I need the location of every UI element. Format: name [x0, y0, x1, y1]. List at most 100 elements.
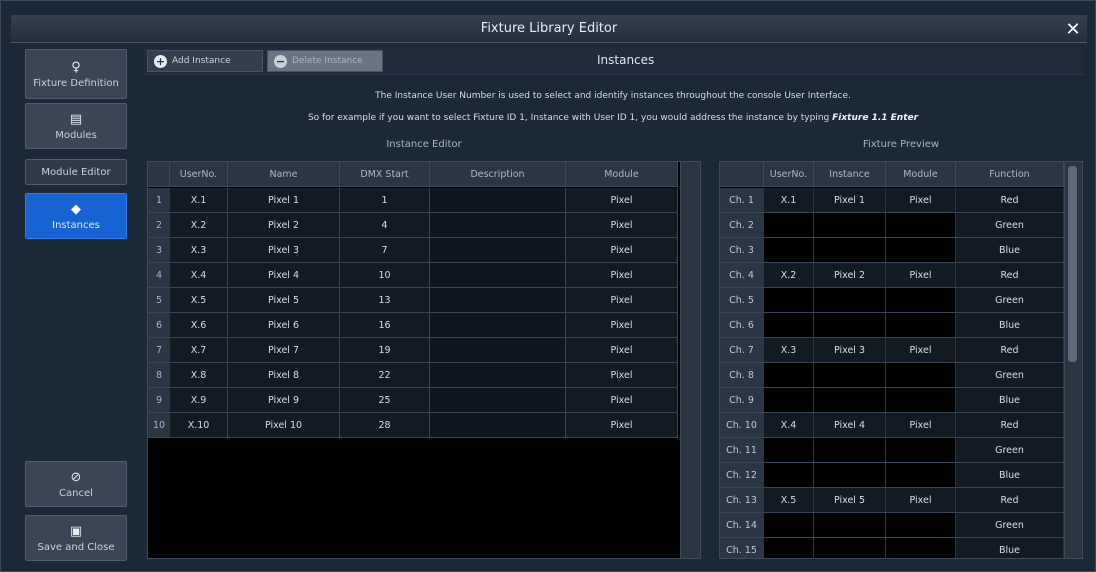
- column-header[interactable]: Description: [430, 162, 566, 186]
- table-cell[interactable]: Pixel: [566, 388, 678, 412]
- scrollbar-thumb[interactable]: [1068, 166, 1077, 362]
- column-header[interactable]: UserNo.: [170, 162, 228, 186]
- table-cell: [886, 463, 956, 487]
- sidebar-item-fixture-definition[interactable]: ♀ Fixture Definition: [25, 49, 127, 99]
- table-row[interactable]: 7 X.7 Pixel 7 19 Pixel: [148, 338, 678, 363]
- channel-label: Ch. 15: [720, 538, 764, 558]
- channel-label: Ch. 12: [720, 463, 764, 487]
- column-header[interactable]: UserNo.: [764, 162, 814, 186]
- table-row[interactable]: 3 X.3 Pixel 3 7 Pixel: [148, 238, 678, 263]
- table-cell[interactable]: Pixel: [566, 413, 678, 437]
- function-cell: Green: [956, 213, 1064, 237]
- table-cell[interactable]: Pixel 3: [228, 238, 340, 262]
- table-cell[interactable]: Pixel: [566, 213, 678, 237]
- section-title: Instances: [597, 53, 655, 67]
- table-cell[interactable]: [430, 263, 566, 287]
- table-cell[interactable]: Pixel 4: [228, 263, 340, 287]
- table-cell[interactable]: X.9: [170, 388, 228, 412]
- table-row[interactable]: 8 X.8 Pixel 8 22 Pixel: [148, 363, 678, 388]
- table-cell[interactable]: 22: [340, 363, 430, 387]
- table-cell[interactable]: [430, 313, 566, 337]
- table-cell: [764, 438, 814, 462]
- table-cell: Pixel 3: [814, 338, 886, 362]
- table-cell[interactable]: Pixel 8: [228, 363, 340, 387]
- table-row: Ch. 7 X.3 Pixel 3 Pixel Red: [720, 338, 1064, 363]
- table-cell[interactable]: [430, 188, 566, 212]
- table-row[interactable]: 2 X.2 Pixel 2 4 Pixel: [148, 213, 678, 238]
- add-instance-button[interactable]: + Add Instance: [147, 50, 263, 72]
- fixture-preview-table: UserNo. Instance Module Function Ch. 1 X.…: [719, 161, 1083, 559]
- instance-editor-scrollbar[interactable]: [680, 162, 700, 558]
- table-cell: [886, 238, 956, 262]
- table-cell[interactable]: X.1: [170, 188, 228, 212]
- table-row[interactable]: 5 X.5 Pixel 5 13 Pixel: [148, 288, 678, 313]
- table-cell[interactable]: X.3: [170, 238, 228, 262]
- column-header[interactable]: Module: [566, 162, 678, 186]
- delete-instance-button[interactable]: − Delete Instance: [267, 50, 383, 72]
- table-cell[interactable]: 10: [340, 263, 430, 287]
- channel-label: Ch. 3: [720, 238, 764, 262]
- table-cell[interactable]: 13: [340, 288, 430, 312]
- table-cell[interactable]: Pixel: [566, 238, 678, 262]
- table-cell[interactable]: 25: [340, 388, 430, 412]
- save-and-close-button[interactable]: ▣ Save and Close: [25, 515, 127, 561]
- table-row[interactable]: 4 X.4 Pixel 4 10 Pixel: [148, 263, 678, 288]
- delete-instance-label: Delete Instance: [292, 56, 363, 66]
- table-cell: Pixel: [886, 338, 956, 362]
- table-cell[interactable]: [430, 213, 566, 237]
- column-header[interactable]: Instance: [814, 162, 886, 186]
- table-cell[interactable]: Pixel 10: [228, 413, 340, 437]
- table-cell[interactable]: Pixel 7: [228, 338, 340, 362]
- table-cell[interactable]: Pixel: [566, 263, 678, 287]
- table-cell: [886, 288, 956, 312]
- column-header[interactable]: Function: [956, 162, 1064, 186]
- table-cell[interactable]: X.6: [170, 313, 228, 337]
- table-cell[interactable]: X.4: [170, 263, 228, 287]
- table-cell[interactable]: [430, 238, 566, 262]
- table-cell[interactable]: Pixel 2: [228, 213, 340, 237]
- sidebar-item-modules[interactable]: ▤ Modules: [25, 103, 127, 149]
- table-cell[interactable]: [430, 288, 566, 312]
- table-cell[interactable]: Pixel: [566, 363, 678, 387]
- table-row[interactable]: 6 X.6 Pixel 6 16 Pixel: [148, 313, 678, 338]
- table-cell[interactable]: X.5: [170, 288, 228, 312]
- table-row: Ch. 6 Blue: [720, 313, 1064, 338]
- table-cell[interactable]: [430, 413, 566, 437]
- table-cell[interactable]: Pixel: [566, 338, 678, 362]
- column-header[interactable]: Module: [886, 162, 956, 186]
- sidebar-item-module-editor[interactable]: Module Editor: [25, 159, 127, 185]
- table-row[interactable]: 10 X.10 Pixel 10 28 Pixel: [148, 413, 678, 438]
- channel-label: Ch. 11: [720, 438, 764, 462]
- table-cell[interactable]: Pixel 6: [228, 313, 340, 337]
- table-cell[interactable]: 1: [340, 188, 430, 212]
- table-cell: [764, 213, 814, 237]
- table-row[interactable]: 1 X.1 Pixel 1 1 Pixel: [148, 188, 678, 213]
- table-cell[interactable]: Pixel: [566, 188, 678, 212]
- table-cell[interactable]: Pixel 1: [228, 188, 340, 212]
- table-cell[interactable]: [430, 388, 566, 412]
- column-header: [720, 162, 764, 186]
- table-cell[interactable]: [430, 338, 566, 362]
- table-cell[interactable]: Pixel 9: [228, 388, 340, 412]
- table-row[interactable]: 9 X.9 Pixel 9 25 Pixel: [148, 388, 678, 413]
- table-cell[interactable]: 16: [340, 313, 430, 337]
- sidebar-item-instances[interactable]: ◆ Instances: [25, 193, 127, 239]
- close-icon[interactable]: ✕: [1061, 17, 1085, 41]
- table-cell[interactable]: X.2: [170, 213, 228, 237]
- cancel-button[interactable]: ⊘ Cancel: [25, 461, 127, 507]
- column-header[interactable]: Name: [228, 162, 340, 186]
- column-header[interactable]: DMX Start: [340, 162, 430, 186]
- table-cell[interactable]: X.10: [170, 413, 228, 437]
- table-cell[interactable]: Pixel: [566, 313, 678, 337]
- table-cell[interactable]: Pixel 5: [228, 288, 340, 312]
- table-cell: [886, 538, 956, 558]
- fixture-preview-scrollbar[interactable]: [1064, 162, 1082, 558]
- table-cell[interactable]: X.8: [170, 363, 228, 387]
- table-cell[interactable]: Pixel: [566, 288, 678, 312]
- table-cell[interactable]: [430, 363, 566, 387]
- table-cell[interactable]: 28: [340, 413, 430, 437]
- table-cell[interactable]: 7: [340, 238, 430, 262]
- table-cell[interactable]: X.7: [170, 338, 228, 362]
- table-cell[interactable]: 19: [340, 338, 430, 362]
- table-cell[interactable]: 4: [340, 213, 430, 237]
